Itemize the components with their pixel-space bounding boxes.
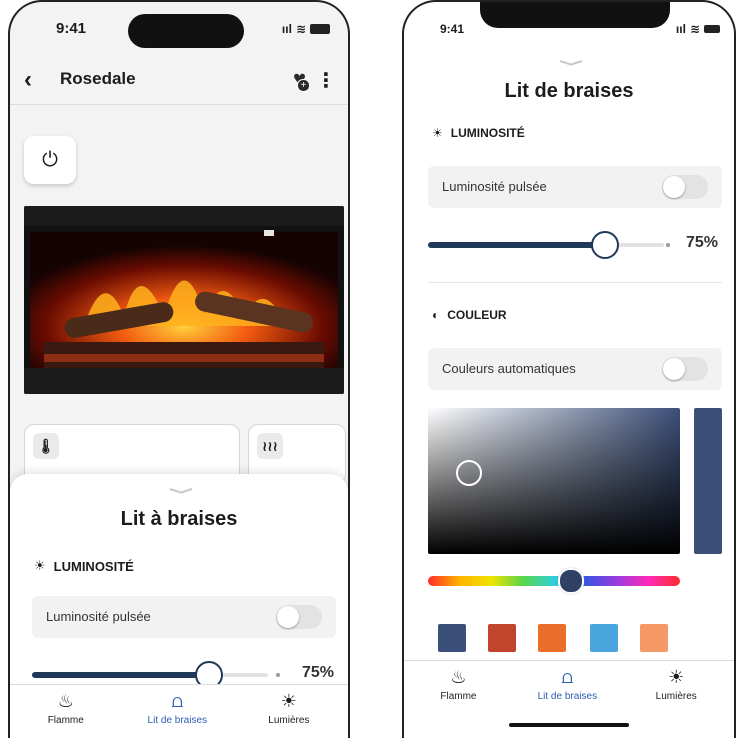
status-time: 9:41 [56, 20, 87, 37]
ember-icon: ⩍ [171, 691, 184, 711]
tab-flamme-label: Flamme [440, 691, 477, 702]
wifi-icon: ≋ [295, 22, 306, 36]
status-bar: 9:41 ııl ≋ [404, 2, 734, 52]
color-swatch[interactable] [438, 624, 466, 652]
notch [480, 2, 670, 28]
tab-lumieres[interactable]: ☀ Lumières [622, 661, 731, 702]
sun-icon: ☀ [34, 558, 46, 573]
fireplace-illustration [24, 206, 344, 394]
color-picker-area[interactable] [428, 408, 680, 554]
signal-icon: ııl [281, 22, 292, 36]
slider-dot [276, 673, 280, 677]
color-section-header: ◐ COULEUR [432, 308, 507, 322]
slider-fill [428, 242, 605, 248]
slider-thumb[interactable] [591, 231, 619, 259]
tab-bar: ♨ Flamme ⩍ Lit de braises ☀ Lumières [404, 660, 734, 738]
signal-icon: ııl [675, 22, 686, 36]
color-swatch[interactable] [640, 624, 668, 652]
flame-icon: ♨ [57, 691, 74, 711]
tab-flamme[interactable]: ♨ Flamme [404, 661, 513, 702]
pulsed-brightness-toggle[interactable] [662, 175, 708, 199]
hue-slider[interactable] [428, 568, 680, 594]
color-swatch[interactable] [488, 624, 516, 652]
heat-icon: ≀≀≀ [257, 433, 283, 459]
tab-lit-de-braises-label: Lit de braises [147, 715, 208, 726]
top-navigation-bar: ‹ Rosedale ♥ + ⋮ [10, 60, 348, 105]
power-icon: ⏻ [42, 148, 58, 171]
phone-screen-left: 9:41 ııl ≋ ‹ Rosedale ♥ + ⋮ ⏻ 🌡︎ ≀≀≀ Lit… [8, 0, 350, 738]
brightness-slider[interactable]: 75% [428, 230, 724, 260]
sheet-grabber[interactable] [168, 488, 192, 494]
auto-colors-row: Couleurs automatiques [428, 348, 722, 390]
sun-icon: ☀ [432, 126, 443, 140]
tab-lumieres[interactable]: ☀ Lumières [233, 685, 345, 726]
tab-flamme-label: Flamme [47, 715, 84, 726]
color-swatch[interactable] [590, 624, 618, 652]
color-picker-handle[interactable] [456, 460, 482, 486]
kebab-icon[interactable]: ⋮ [316, 68, 336, 93]
section-divider [428, 282, 722, 283]
toggle-knob [663, 176, 685, 198]
pulsed-brightness-label: Luminosité pulsée [442, 179, 547, 194]
home-indicator [509, 723, 629, 727]
color-heading: COULEUR [447, 308, 507, 322]
sun-icon: ☀ [668, 667, 685, 687]
brightness-section-header: ☀ LUMINOSITÉ [34, 558, 134, 574]
status-icons: ııl ≋ [282, 22, 330, 36]
sheet-title: Lit de braises [504, 80, 634, 102]
slider-fill [32, 672, 209, 678]
selected-color-preview [694, 408, 722, 554]
brightness-heading: LUMINOSITÉ [53, 558, 134, 574]
heart-plus-icon[interactable]: ♥ + [293, 66, 310, 92]
auto-colors-label: Couleurs automatiques [442, 361, 576, 376]
tab-lit-de-braises[interactable]: ⩍ Lit de braises [122, 685, 234, 726]
tab-lit-de-braises[interactable]: ⩍ Lit de braises [513, 661, 622, 702]
hue-slider-thumb[interactable] [558, 568, 584, 594]
pulsed-brightness-row: Luminosité pulsée [428, 166, 722, 208]
brightness-heading: LUMINOSITÉ [450, 126, 525, 140]
toggle-knob [277, 606, 299, 628]
chevron-left-icon[interactable]: ‹ [24, 66, 32, 94]
pulsed-brightness-toggle[interactable] [276, 605, 322, 629]
page-title: Rosedale [60, 69, 136, 88]
slider-dot [666, 243, 670, 247]
color-swatch[interactable] [538, 624, 566, 652]
sheet-title: Lit à braises [120, 508, 238, 530]
ember-icon: ⩍ [561, 667, 574, 687]
pulsed-brightness-row: Luminosité pulsée [32, 596, 336, 638]
wifi-icon: ≋ [689, 22, 700, 36]
status-time: 9:41 [440, 22, 465, 36]
status-icons: ııl ≋ [676, 22, 720, 36]
battery-icon [310, 24, 330, 34]
thermometer-icon: 🌡︎ [33, 433, 59, 459]
tab-lumieres-label: Lumières [268, 715, 310, 726]
flame-icon: ♨ [450, 667, 467, 687]
tab-flamme[interactable]: ♨ Flamme [10, 685, 122, 726]
pulsed-brightness-label: Luminosité pulsée [46, 609, 151, 624]
toggle-knob [663, 358, 685, 380]
fireplace-image [24, 206, 344, 394]
auto-colors-toggle[interactable] [662, 357, 708, 381]
sun-icon: ☀ [280, 691, 297, 711]
dynamic-island [128, 14, 244, 48]
status-bar: 9:41 ııl ≋ [10, 2, 348, 52]
brightness-value: 75% [686, 234, 719, 251]
tab-lit-de-braises-label: Lit de braises [537, 691, 598, 702]
brightness-value: 75% [302, 664, 335, 681]
brightness-section-header: ☀ LUMINOSITÉ [432, 126, 525, 140]
power-button[interactable]: ⏻ [24, 136, 76, 184]
tab-bar: ♨ Flamme ⩍ Lit de braises ☀ Lumières [10, 684, 348, 738]
battery-icon [704, 25, 720, 33]
phone-screen-right: 9:41 ııl ≋ Lit de braises ☀ LUMINOSITÉ L… [402, 0, 736, 738]
tab-lumieres-label: Lumières [655, 691, 697, 702]
contrast-icon: ◐ [432, 308, 440, 322]
sheet-grabber[interactable] [558, 60, 582, 66]
